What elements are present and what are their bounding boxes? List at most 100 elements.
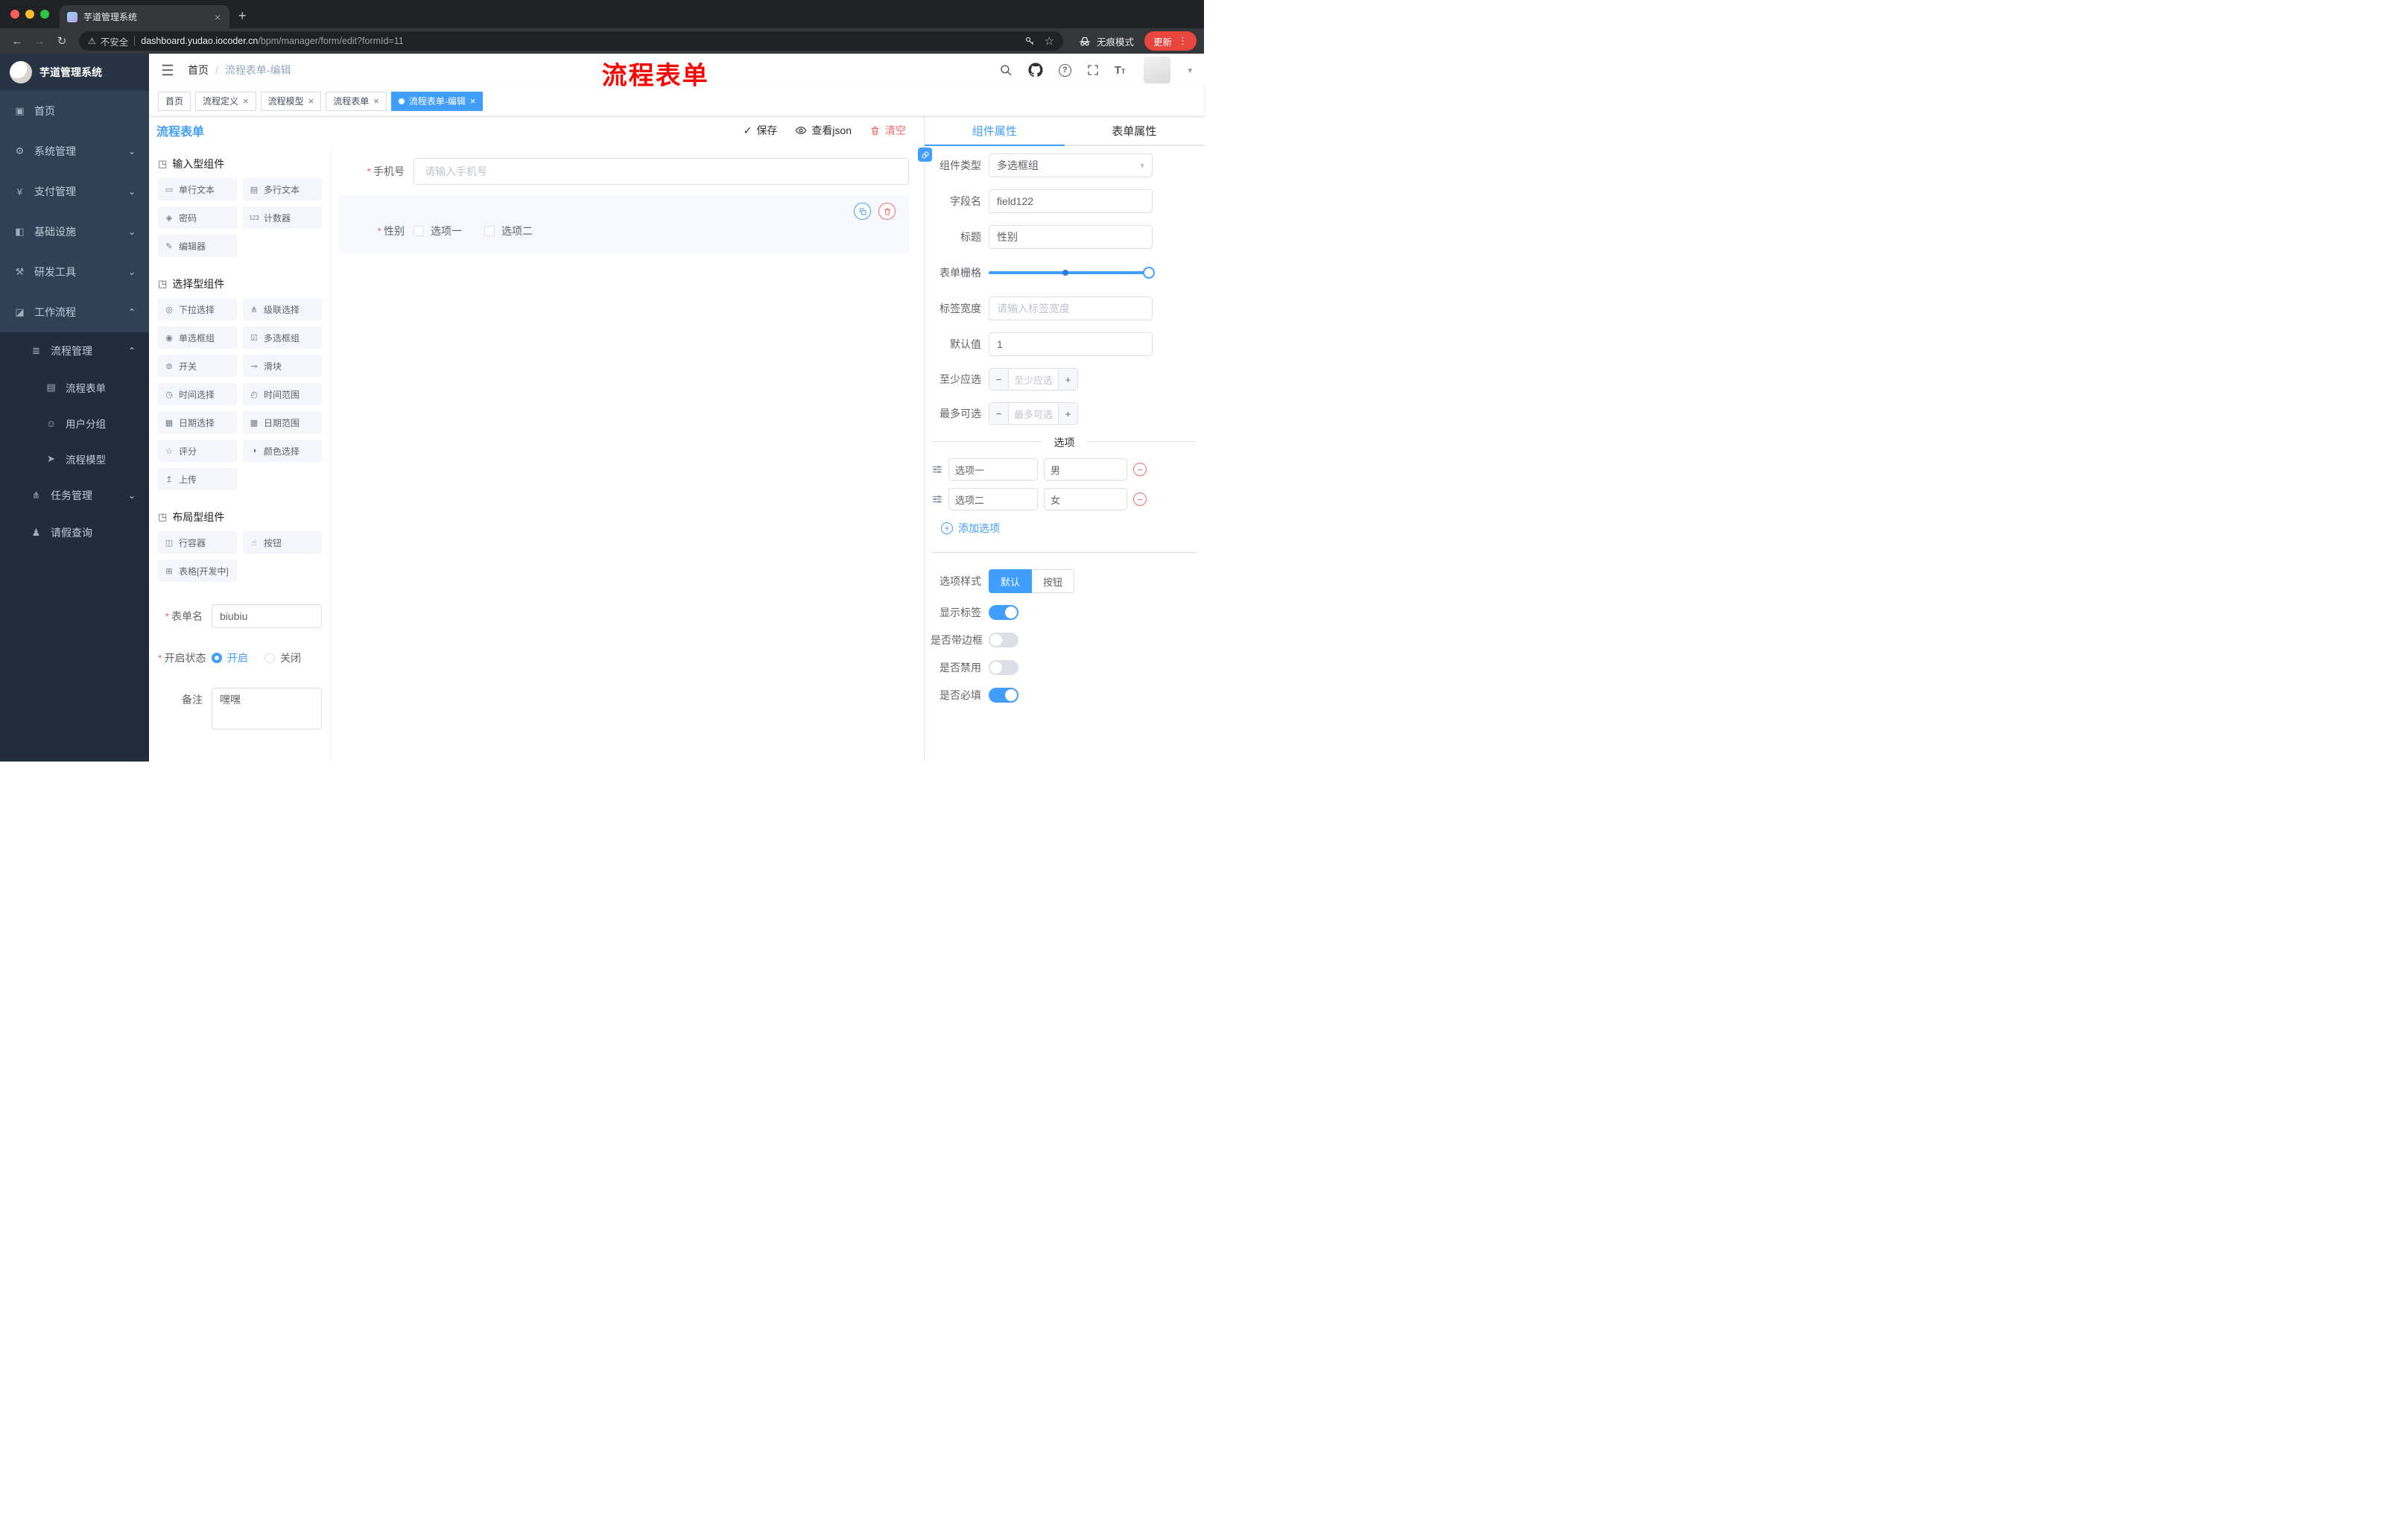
- sidebar-item-payment-mgmt[interactable]: ¥ 支付管理 ⌄: [0, 171, 149, 212]
- disabled-switch[interactable]: [989, 660, 1018, 675]
- slider-handle[interactable]: [1143, 267, 1155, 279]
- sidebar-item-task-mgmt[interactable]: ⋔ 任务管理 ⌄: [0, 477, 149, 514]
- tab-close-icon[interactable]: ×: [213, 11, 222, 23]
- palette-item-editor[interactable]: ✎ 编辑器: [158, 235, 237, 257]
- checkbox-option-2[interactable]: 选项二: [484, 224, 533, 238]
- palette-item-checkbox-group[interactable]: ☑ 多选框组: [243, 326, 322, 349]
- sidebar-item-workflow[interactable]: ◪ 工作流程 ⌃: [0, 292, 149, 332]
- radio-status-on[interactable]: 开启: [212, 650, 248, 665]
- avatar[interactable]: [1144, 57, 1171, 83]
- copy-component-button[interactable]: [854, 203, 871, 220]
- decrease-button[interactable]: −: [989, 403, 1009, 424]
- delete-component-button[interactable]: [878, 203, 896, 220]
- decrease-button[interactable]: −: [989, 369, 1009, 390]
- checkbox-option-1[interactable]: 选项一: [414, 224, 462, 238]
- tab-component-props[interactable]: 组件属性: [925, 116, 1065, 146]
- palette-item-radio-group[interactable]: ◉ 单选框组: [158, 326, 237, 349]
- address-bar[interactable]: ⚠ 不安全 dashboard.yudao.iocoder.cn/bpm/man…: [79, 31, 1063, 51]
- palette-item-password[interactable]: ◈ 密码: [158, 206, 237, 229]
- palette-item-single-line-text[interactable]: ▭ 单行文本: [158, 178, 237, 200]
- slider-track[interactable]: [989, 271, 1153, 274]
- show-label-switch[interactable]: [989, 605, 1018, 620]
- tag-process-model[interactable]: 流程模型 ×: [260, 91, 322, 111]
- sidebar-item-leave-query[interactable]: ♟ 请假查询: [0, 514, 149, 551]
- remove-option-button[interactable]: −: [1133, 463, 1147, 476]
- palette-item-time-picker[interactable]: ◷ 时间选择: [158, 383, 237, 405]
- help-icon[interactable]: ?: [1058, 63, 1071, 77]
- bookmark-star-icon[interactable]: ☆: [1045, 34, 1054, 48]
- back-icon[interactable]: ←: [7, 35, 27, 48]
- breadcrumb-home[interactable]: 首页: [188, 63, 209, 77]
- tag-process-form[interactable]: 流程表单 ×: [326, 91, 387, 111]
- label-width-input[interactable]: [989, 297, 1153, 320]
- tag-close-icon[interactable]: ×: [470, 95, 476, 107]
- sidebar-item-dev-tools[interactable]: ⚒ 研发工具 ⌄: [0, 252, 149, 292]
- min-select-value[interactable]: 至少应选: [1009, 369, 1058, 390]
- remark-textarea[interactable]: 嘿嘿: [212, 688, 322, 729]
- increase-button[interactable]: +: [1058, 369, 1077, 390]
- field-name-input[interactable]: [989, 189, 1153, 213]
- tag-process-form-edit[interactable]: 流程表单-编辑 ×: [390, 91, 484, 111]
- tag-process-definition[interactable]: 流程定义 ×: [195, 91, 256, 111]
- window-close-button[interactable]: [10, 10, 19, 19]
- link-icon[interactable]: [918, 148, 932, 162]
- password-key-icon[interactable]: [1024, 36, 1036, 47]
- option-label-input[interactable]: [948, 458, 1038, 481]
- title-input[interactable]: [989, 225, 1153, 249]
- phone-input[interactable]: [414, 158, 909, 185]
- sidebar-item-system-mgmt[interactable]: ⚙ 系统管理 ⌄: [0, 131, 149, 171]
- save-button[interactable]: ✓ 保存: [744, 123, 778, 138]
- style-button-button[interactable]: 按钮: [1032, 569, 1075, 593]
- fullscreen-icon[interactable]: [1087, 64, 1099, 76]
- canvas-field-gender-selected[interactable]: 性别 选项一 选项二: [339, 195, 909, 253]
- view-json-button[interactable]: 查看json: [795, 123, 852, 138]
- style-default-button[interactable]: 默认: [989, 569, 1033, 593]
- sidebar-item-process-form[interactable]: ▤ 流程表单: [0, 370, 149, 405]
- option-value-input[interactable]: [1044, 488, 1127, 510]
- sidebar-item-home[interactable]: ▣ 首页: [0, 91, 149, 131]
- palette-item-row-container[interactable]: ◫ 行容器: [158, 531, 237, 554]
- github-icon[interactable]: [1028, 63, 1043, 77]
- menu-collapse-icon[interactable]: [161, 63, 174, 77]
- search-icon[interactable]: [999, 63, 1013, 77]
- border-switch[interactable]: [989, 633, 1018, 647]
- sidebar-item-infrastructure[interactable]: ◧ 基础设施 ⌄: [0, 212, 149, 252]
- palette-item-time-range[interactable]: ◴ 时间范围: [243, 383, 322, 405]
- palette-item-select[interactable]: ◎ 下拉选择: [158, 298, 237, 320]
- add-option-button[interactable]: + 添加选项: [925, 521, 1204, 536]
- checkbox-icon[interactable]: [484, 226, 495, 236]
- tag-home[interactable]: 首页: [158, 91, 191, 111]
- palette-item-switch[interactable]: ⊜ 开关: [158, 355, 237, 377]
- palette-item-multi-line-text[interactable]: ▤ 多行文本: [243, 178, 322, 200]
- reload-icon[interactable]: ↻: [52, 34, 72, 48]
- avatar-caret-icon[interactable]: ▾: [1188, 66, 1192, 75]
- form-name-input[interactable]: [212, 604, 322, 628]
- increase-button[interactable]: +: [1058, 403, 1077, 424]
- palette-item-rate[interactable]: ☆ 评分: [158, 440, 237, 462]
- forward-icon[interactable]: →: [30, 35, 49, 48]
- clear-button[interactable]: 清空: [869, 123, 906, 138]
- palette-item-cascader[interactable]: ⋔ 级联选择: [243, 298, 322, 320]
- remove-option-button[interactable]: −: [1133, 493, 1147, 506]
- palette-item-color-picker[interactable]: ◑ 颜色选择: [243, 440, 322, 462]
- option-label-input[interactable]: [948, 488, 1038, 510]
- browser-menu-icon[interactable]: ⋮: [1178, 35, 1188, 47]
- tag-close-icon[interactable]: ×: [243, 95, 249, 107]
- drag-handle-icon[interactable]: [932, 464, 942, 475]
- palette-item-date-picker[interactable]: ▦ 日期选择: [158, 411, 237, 434]
- radio-status-off[interactable]: 关闭: [264, 650, 301, 665]
- palette-item-counter[interactable]: 123 计数器: [243, 206, 322, 229]
- palette-item-table[interactable]: ⊞ 表格[开发中]: [158, 560, 237, 582]
- new-tab-button[interactable]: +: [238, 8, 247, 24]
- tag-close-icon[interactable]: ×: [308, 95, 314, 107]
- sidebar-item-process-model[interactable]: ➤ 流程模型: [0, 441, 149, 477]
- required-switch[interactable]: [989, 688, 1018, 703]
- option-value-input[interactable]: [1044, 458, 1127, 481]
- window-zoom-button[interactable]: [40, 10, 49, 19]
- palette-item-upload[interactable]: ↥ 上传: [158, 468, 237, 490]
- palette-item-date-range[interactable]: ▩ 日期范围: [243, 411, 322, 434]
- font-size-icon[interactable]: TT: [1115, 64, 1126, 77]
- window-minimize-button[interactable]: [25, 10, 34, 19]
- palette-item-button[interactable]: ☝ 按钮: [243, 531, 322, 554]
- form-grid-slider[interactable]: [989, 261, 1155, 285]
